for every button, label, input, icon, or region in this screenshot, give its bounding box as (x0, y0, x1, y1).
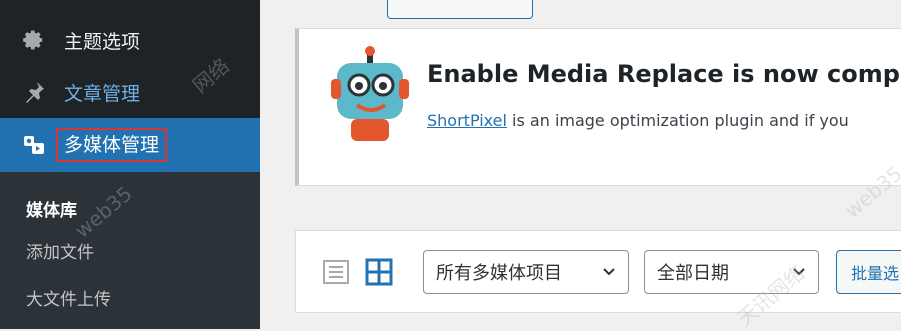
pushpin-icon (20, 78, 48, 106)
gear-icon (20, 26, 48, 54)
chevron-down-icon (793, 268, 805, 276)
sidebar-item-theme-options[interactable]: 主题选项 (0, 18, 260, 62)
sidebar-item-posts[interactable]: 文章管理 (0, 70, 260, 114)
notice-body-text: is an image optimization plugin and if y… (506, 111, 849, 130)
shortpixel-link[interactable]: ShortPixel (427, 111, 507, 130)
plugin-notice: Enable Media Replace is now compatible S… (295, 28, 901, 186)
robot-mascot-icon (329, 45, 413, 145)
add-new-button[interactable] (387, 0, 533, 19)
date-filter[interactable]: 全部日期 (644, 250, 819, 294)
media-type-filter[interactable]: 所有多媒体项目 (423, 250, 629, 294)
list-view-icon[interactable] (323, 260, 349, 284)
media-icon (20, 131, 48, 159)
notice-body: ShortPixel is an image optimization plug… (427, 111, 849, 130)
chevron-down-icon (603, 268, 615, 276)
media-type-filter-value: 所有多媒体项目 (436, 263, 562, 284)
bulk-select-button[interactable]: 批量选 (836, 250, 901, 294)
notice-title: Enable Media Replace is now compatible (427, 60, 901, 88)
sidebar-item-label: 文章管理 (64, 82, 141, 105)
grid-view-icon[interactable] (365, 258, 393, 286)
sidebar-item-media[interactable]: 多媒体管理 (0, 118, 260, 172)
sidebar-item-label: 主题选项 (64, 30, 141, 53)
date-filter-value: 全部日期 (657, 263, 729, 284)
submenu-item-add-file[interactable]: 添加文件 (26, 238, 94, 263)
sidebar-item-label: 多媒体管理 (56, 128, 168, 162)
submenu-item-large-upload[interactable]: 大文件上传 (26, 285, 111, 310)
submenu-item-library[interactable]: 媒体库 (26, 196, 77, 221)
